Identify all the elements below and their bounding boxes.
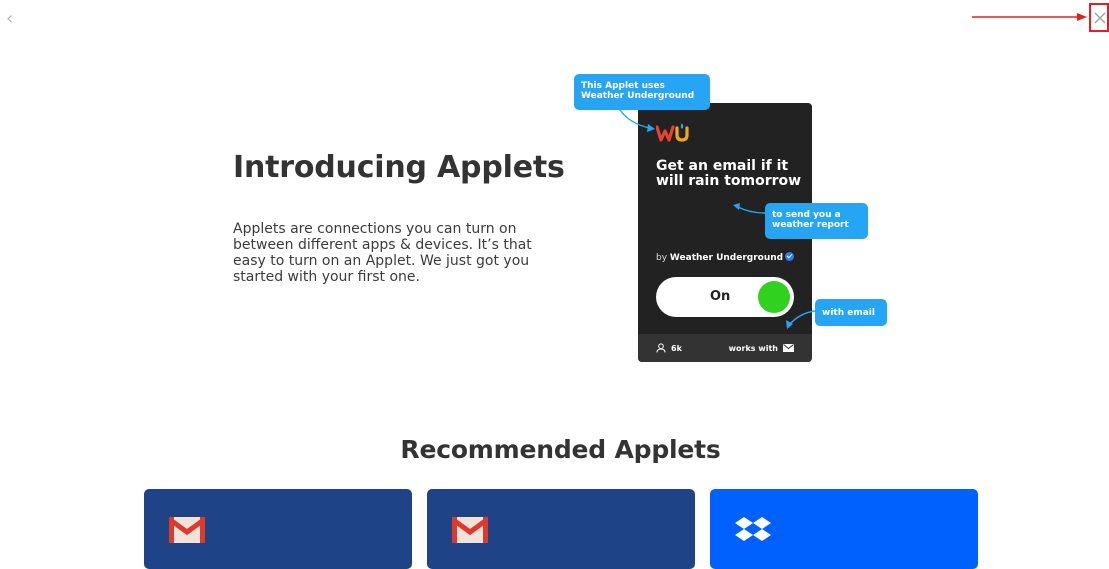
callout-connectors <box>619 109 816 329</box>
callout-channel: with email <box>815 299 887 326</box>
toggle-knob <box>758 281 790 313</box>
callout-service: This Applet uses Weather Underground <box>574 74 710 110</box>
intro-description: Applets are connections you can turn on … <box>233 221 532 285</box>
intro-title: Introducing Applets <box>233 150 565 185</box>
close-button[interactable] <box>1089 3 1109 32</box>
dropbox-icon <box>735 517 771 541</box>
recommended-applet-card[interactable] <box>710 489 978 569</box>
applet-footer: 6k works with <box>638 334 812 362</box>
user-icon <box>656 343 666 353</box>
recommended-applet-card[interactable] <box>427 489 695 569</box>
recommended-title: Recommended Applets <box>400 435 721 464</box>
recommended-applet-card[interactable] <box>144 489 412 569</box>
verified-badge-icon <box>785 252 795 261</box>
weather-underground-logo <box>656 123 689 142</box>
user-count: 6k <box>671 344 682 353</box>
byline-prefix: by <box>656 253 670 263</box>
email-icon <box>783 344 794 352</box>
toggle-label: On <box>710 289 731 304</box>
chevron-left-icon: ‹ <box>6 8 14 29</box>
gmail-icon <box>169 517 205 543</box>
works-with-label: works with <box>728 344 778 353</box>
applet-byline: by Weather Underground <box>656 252 795 263</box>
back-button[interactable]: ‹ <box>6 8 13 29</box>
callout-purpose: to send you a weather report <box>765 203 868 239</box>
applet-title: Get an email if it will rain tomorrow <box>656 158 802 189</box>
close-icon <box>1094 12 1106 24</box>
applet-toggle[interactable]: On <box>656 277 794 317</box>
annotation-arrow <box>972 13 1087 21</box>
applet-author: Weather Underground <box>669 253 784 263</box>
gmail-icon <box>452 517 488 543</box>
